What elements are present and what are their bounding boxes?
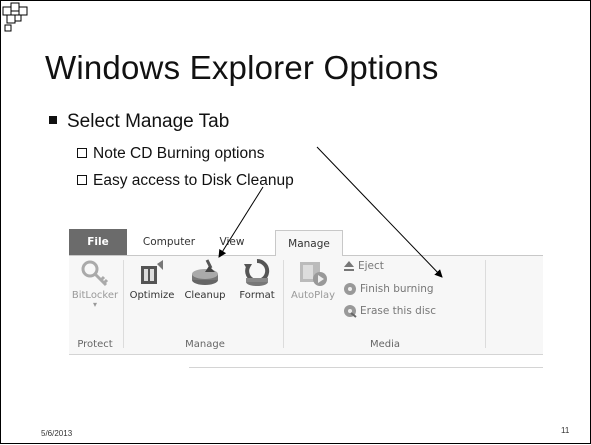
tab-manage[interactable]: Manage	[275, 230, 343, 256]
eject-label: Eject	[358, 260, 384, 272]
group-manage: Optimize Cleanup Format Manage	[127, 256, 283, 354]
finish-burning-icon	[344, 283, 356, 295]
subbullet-text: Note CD Burning options	[93, 145, 265, 162]
bullet-select-manage-tab: Select Manage Tab	[49, 111, 229, 133]
cleanup-label: Cleanup	[184, 290, 226, 301]
hollow-square-icon	[77, 174, 87, 185]
finish-burning-button[interactable]: Finish burning	[343, 282, 434, 296]
autoplay-button[interactable]: AutoPlay	[287, 258, 339, 301]
erase-disc-button[interactable]: Erase this disc	[343, 304, 436, 318]
slide-title: Windows Explorer Options	[45, 49, 439, 86]
disk-cleanup-icon	[192, 259, 218, 285]
ribbon-body: BitLocker ▾ Protect Optimize Cleanup For…	[69, 256, 543, 355]
optimize-label: Optimize	[129, 290, 175, 301]
explorer-ribbon: File Computer View Manage BitLocker ▾ Pr…	[69, 229, 543, 369]
bitlocker-button[interactable]: BitLocker ▾	[69, 258, 121, 309]
ribbon-tab-bar: File Computer View Manage	[69, 229, 543, 256]
subbullet-cd-burning: Note CD Burning options	[77, 145, 264, 163]
group-protect: BitLocker ▾ Protect	[69, 256, 121, 354]
tab-computer[interactable]: Computer	[135, 229, 203, 255]
format-drive-icon	[244, 258, 270, 286]
group-media: AutoPlay Eject Finish burning Erase this…	[287, 256, 483, 354]
footer-date: 5/6/2013	[41, 429, 73, 438]
page-number: 11	[561, 426, 570, 435]
group-separator	[283, 260, 284, 348]
subbullet-text: Easy access to Disk Cleanup	[93, 172, 294, 189]
tab-file[interactable]: File	[69, 229, 127, 255]
bitlocker-key-icon	[81, 260, 109, 287]
group-separator	[485, 260, 486, 348]
subbullet-disk-cleanup: Easy access to Disk Cleanup	[77, 172, 294, 190]
eject-icon	[344, 261, 354, 271]
format-button[interactable]: Format	[233, 258, 281, 301]
autoplay-icon	[300, 262, 327, 286]
bullet-text: Select Manage Tab	[67, 111, 230, 132]
chevron-down-icon: ▾	[92, 300, 97, 309]
tab-view[interactable]: View	[209, 229, 255, 255]
erase-disc-label: Erase this disc	[360, 305, 436, 317]
hollow-square-icon	[77, 147, 87, 158]
autoplay-label: AutoPlay	[290, 290, 336, 301]
cleanup-button[interactable]: Cleanup	[177, 258, 233, 301]
optimize-button[interactable]: Optimize	[127, 258, 177, 301]
format-label: Format	[239, 290, 275, 301]
group-label-manage: Manage	[185, 339, 225, 350]
erase-disc-icon	[344, 305, 357, 318]
ribbon-bottom-line	[189, 367, 543, 368]
eject-button[interactable]: Eject	[343, 260, 384, 272]
group-separator	[123, 260, 124, 348]
optimize-drive-icon	[141, 260, 163, 284]
finish-burning-label: Finish burning	[360, 283, 434, 295]
group-label-media: Media	[369, 339, 401, 350]
bullet-square-icon	[49, 115, 57, 124]
slide: Windows Explorer Options Select Manage T…	[0, 0, 591, 444]
corner-decoration	[2, 2, 28, 32]
group-label-protect: Protect	[77, 339, 113, 350]
